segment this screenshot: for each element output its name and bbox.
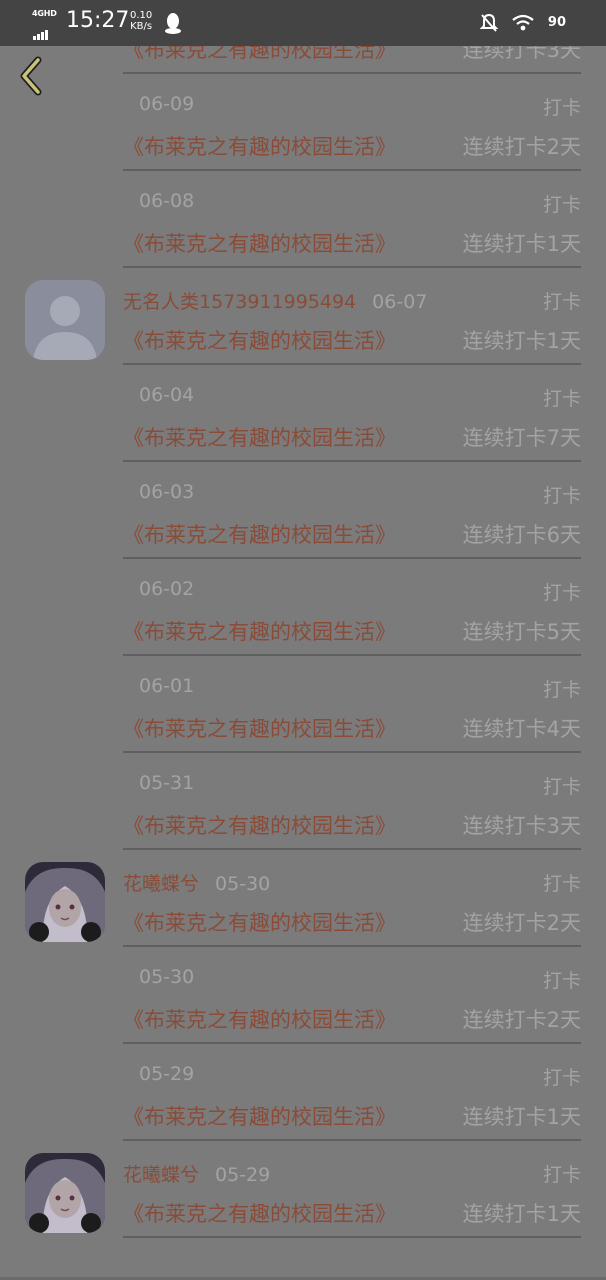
entry-header: 花曦蝶兮 05-29 打卡	[123, 1160, 581, 1188]
checkin-date: 06-03	[139, 481, 195, 503]
checkin-label: 打卡	[542, 194, 581, 216]
checkin-date: 05-31	[139, 772, 195, 794]
checkin-label: 打卡	[542, 1164, 581, 1186]
qq-penguin-icon	[165, 13, 181, 34]
battery-level: 90	[547, 15, 566, 30]
checkin-label: 打卡	[542, 679, 581, 701]
checkin-entry[interactable]: 花曦蝶兮 05-29 打卡《布莱克之有趣的校园生活》 连续打卡1天	[0, 1125, 606, 1238]
checkin-label: 打卡	[542, 873, 581, 895]
book-title-link[interactable]: 《布莱克之有趣的校园生活》	[123, 1202, 396, 1226]
checkin-entry[interactable]: 无名人类1573911995494 06-07 打卡 《布莱克之有趣的校园生活》 连续打…	[0, 252, 606, 365]
checkin-date: 05-29	[215, 1164, 271, 1186]
checkin-date: 05-30	[215, 873, 271, 895]
checkin-label: 打卡	[542, 485, 581, 507]
username[interactable]: 花曦蝶兮	[123, 873, 199, 895]
status-icons: 90	[472, 12, 566, 34]
network-speed: 0.10 KB/s	[130, 10, 152, 32]
silent-bell-icon	[479, 13, 498, 32]
entry-header: 05-30 打卡	[123, 966, 581, 994]
streak-count: 连续打卡1天	[462, 1202, 581, 1226]
checkin-label: 打卡	[542, 388, 581, 410]
entry-header: 06-04 打卡	[123, 384, 581, 412]
checkin-label: 打卡	[542, 776, 581, 798]
checkin-entry[interactable]: 06-09 打卡 《布莱克之有趣的校园生活》 连续打卡2天	[0, 58, 606, 171]
username[interactable]: 花曦蝶兮	[123, 1164, 199, 1186]
default-avatar-icon[interactable]	[25, 280, 105, 360]
wifi-icon	[512, 14, 534, 30]
checkin-date: 06-02	[139, 578, 195, 600]
entry-header: 06-02 打卡	[123, 578, 581, 606]
checkin-date: 06-01	[139, 675, 195, 697]
checkin-label: 打卡	[542, 291, 581, 313]
entry-header: 06-09 打卡	[123, 93, 581, 121]
entry-body: 《布莱克之有趣的校园生活》 连续打卡1天	[123, 1198, 581, 1228]
checkin-entry[interactable]: 06-04 打卡 《布莱克之有趣的校园生活》 连续打卡7天	[0, 349, 606, 462]
entry-header: 无名人类1573911995494 06-07 打卡	[123, 287, 581, 315]
checkin-entry[interactable]: 05-31 打卡 《布莱克之有趣的校园生活》 连续打卡3天	[0, 737, 606, 850]
checkin-date: 06-07	[372, 291, 428, 313]
speed-unit: KB/s	[130, 21, 153, 32]
status-bar: 4GHD 15:27 0.10 KB/s 90	[0, 0, 606, 46]
checkin-entry[interactable]: 05-30 打卡 《布莱克之有趣的校园生活》 连续打卡2天	[0, 931, 606, 1044]
checkin-entry[interactable]: 06-03 打卡 《布莱克之有趣的校园生活》 连续打卡6天	[0, 446, 606, 559]
signal-icon	[33, 21, 49, 40]
clock: 15:27	[66, 8, 130, 33]
checkin-entry[interactable]: 06-01 打卡 《布莱克之有趣的校园生活》 连续打卡4天	[0, 640, 606, 753]
checkin-entry[interactable]: 06-08 打卡 《布莱克之有趣的校园生活》 连续打卡1天	[0, 155, 606, 268]
checkin-label: 打卡	[542, 1067, 581, 1089]
checkin-date: 06-08	[139, 190, 195, 212]
network-indicator: 4GHD	[32, 9, 60, 40]
checkin-date: 05-29	[139, 1063, 195, 1085]
checkin-date: 06-09	[139, 93, 195, 115]
checkin-date: 05-30	[139, 966, 195, 988]
entry-header: 05-31 打卡	[123, 772, 581, 800]
anime-avatar-icon[interactable]	[25, 1153, 105, 1233]
username[interactable]: 无名人类1573911995494	[123, 291, 356, 313]
checkin-entry[interactable]: 05-29 打卡 《布莱克之有趣的校园生活》 连续打卡1天	[0, 1028, 606, 1141]
entry-header: 05-29 打卡	[123, 1063, 581, 1091]
speed-value: 0.10	[130, 10, 153, 21]
checkin-entry[interactable]: 花曦蝶兮 05-30 打卡 《布莱克之有趣的校园生活》 连续打卡2天	[0, 834, 606, 947]
divider	[123, 1236, 581, 1238]
network-type: 4GHD	[32, 9, 57, 18]
entry-header: 花曦蝶兮 05-30 打卡	[123, 869, 581, 897]
entry-header: 06-03 打卡	[123, 481, 581, 509]
entry-header: 06-01 打卡	[123, 675, 581, 703]
checkin-label: 打卡	[542, 582, 581, 604]
feed-list: 《布莱克之有趣的校园生活》 连续打卡3天 06-09 打卡《布莱克之有趣的校园生活》 连…	[0, 46, 606, 1238]
checkin-date: 06-04	[139, 384, 195, 406]
checkin-label: 打卡	[542, 970, 581, 992]
entry-header: 06-08 打卡	[123, 190, 581, 218]
checkin-entry[interactable]: 06-02 打卡 《布莱克之有趣的校园生活》 连续打卡5天	[0, 543, 606, 656]
anime-avatar-icon[interactable]	[25, 862, 105, 942]
checkin-feed[interactable]: 《布莱克之有趣的校园生活》 连续打卡3天 06-09 打卡《布莱克之有趣的校园生活》 连…	[0, 46, 606, 1280]
checkin-label: 打卡	[542, 97, 581, 119]
checkin-entry[interactable]: 《布莱克之有趣的校园生活》 连续打卡3天	[0, 46, 606, 74]
